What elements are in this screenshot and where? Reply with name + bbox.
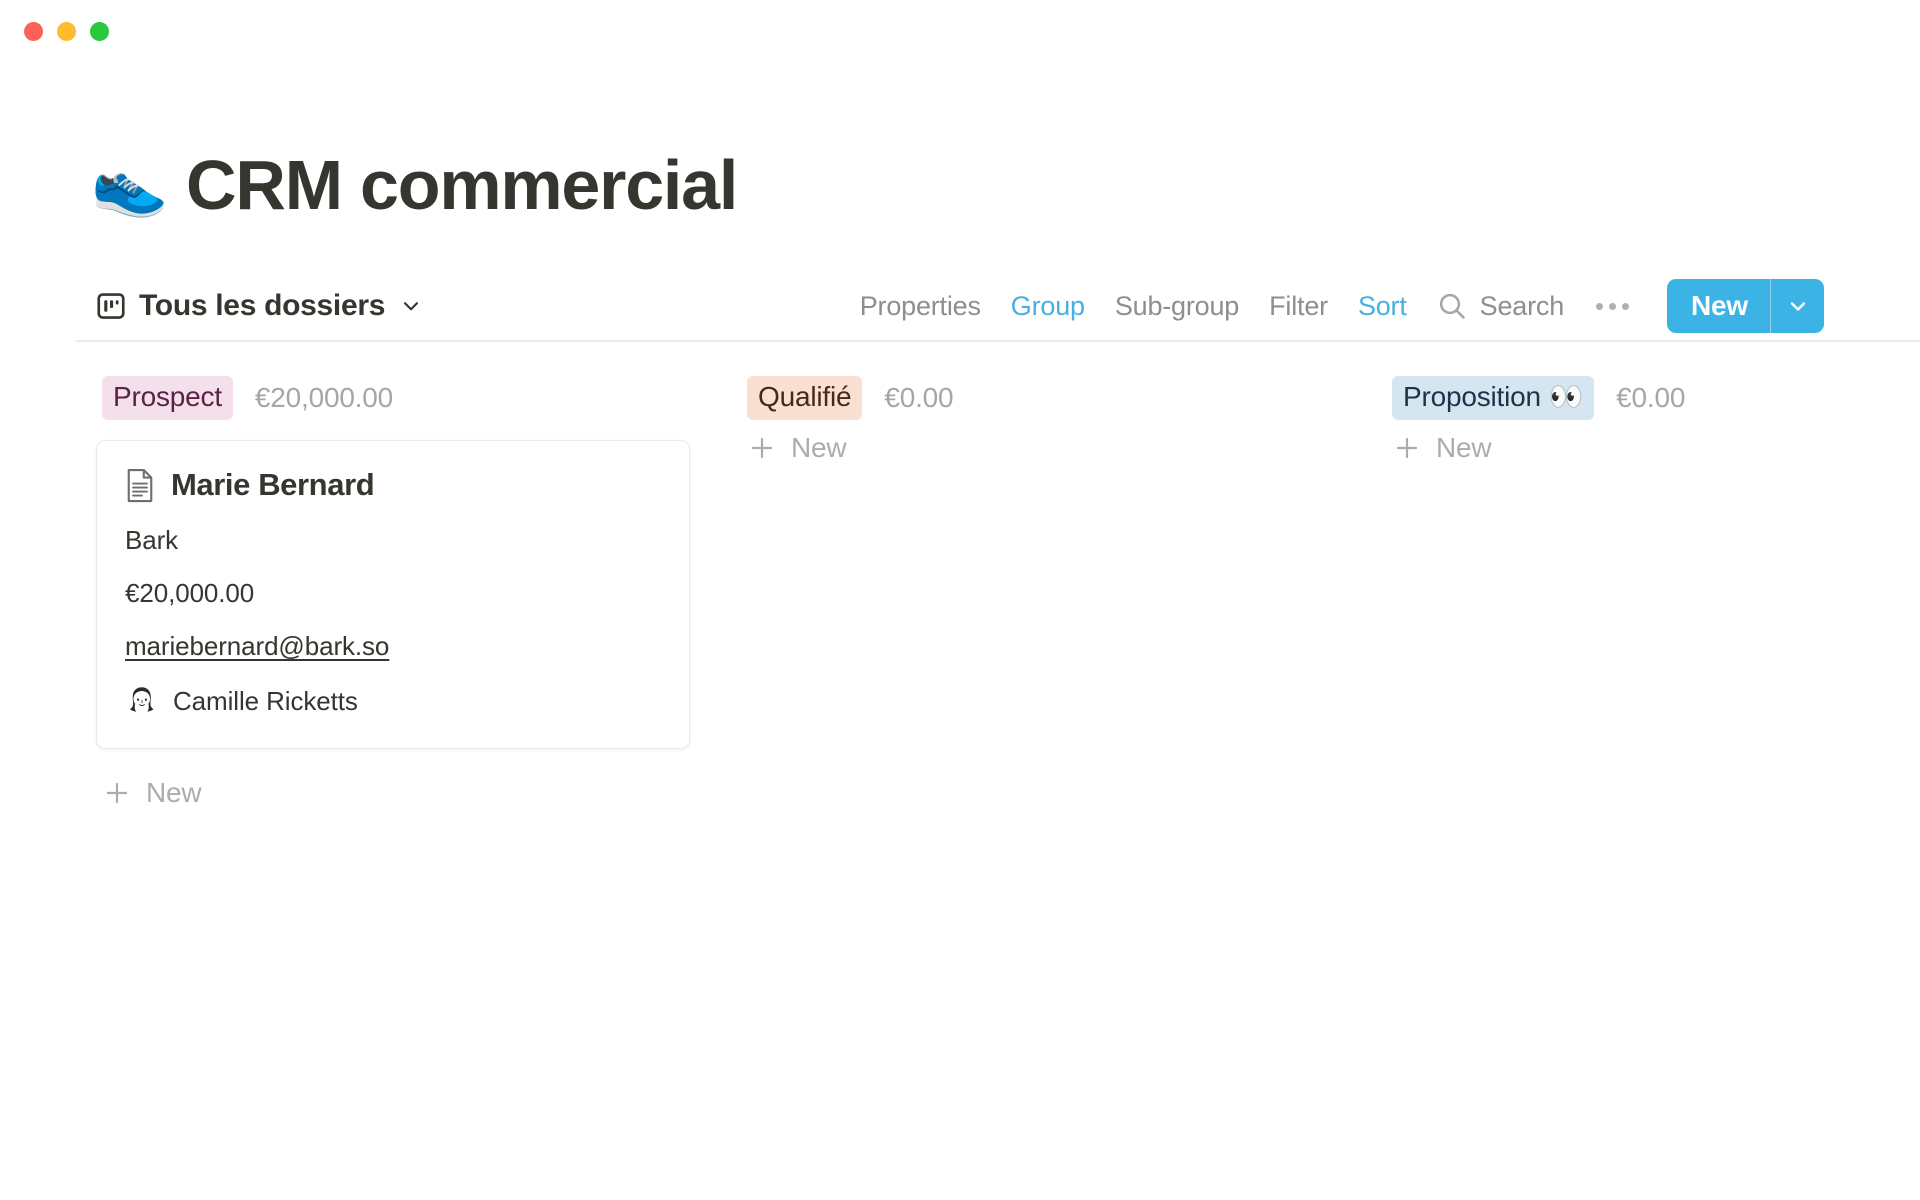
ellipsis-icon[interactable] (1594, 295, 1631, 318)
card-owner: Camille Ricketts (125, 684, 661, 718)
column-sum: €0.00 (884, 382, 953, 414)
toolbar-search-button[interactable]: Search (1437, 291, 1564, 322)
card-title: Marie Bernard (171, 467, 374, 503)
status-badge[interactable]: Proposition 👀 (1392, 376, 1594, 419)
search-icon (1437, 291, 1467, 321)
ellipsis-dot-2 (1609, 303, 1616, 310)
add-card-label: New (1436, 432, 1491, 464)
toolbar-filter-button[interactable]: Filter (1269, 291, 1328, 322)
board-column-qualifie: Qualifié €0.00 New (741, 378, 1386, 809)
new-record-dropdown-button[interactable] (1770, 279, 1824, 333)
card-company-field: Bark (125, 525, 661, 556)
column-header: Qualifié €0.00 (741, 378, 1386, 418)
plus-icon (749, 435, 775, 461)
toolbar-group-button[interactable]: Group (1011, 291, 1085, 322)
card-email-link[interactable]: mariebernard@bark.so (125, 631, 661, 662)
toolbar-properties-button[interactable]: Properties (860, 291, 981, 322)
column-header: Prospect €20,000.00 (96, 378, 741, 418)
page-header: 👟 CRM commercial (96, 150, 1900, 220)
view-toolbar: Tous les dossiers Properties Group Sub-g… (96, 278, 1900, 334)
avatar (125, 684, 159, 718)
toolbar-sub-group-button[interactable]: Sub-group (1115, 291, 1239, 322)
toolbar-search-label: Search (1480, 291, 1564, 322)
new-record-button[interactable]: New (1667, 279, 1770, 333)
ellipsis-dot-1 (1596, 303, 1603, 310)
view-switcher-label: Tous les dossiers (139, 289, 385, 323)
board-card[interactable]: Marie Bernard Bark €20,000.00 marieberna… (96, 440, 690, 749)
add-card-button-prospect[interactable]: New (96, 777, 201, 809)
status-badge[interactable]: Prospect (102, 376, 233, 419)
add-card-button-qualifie[interactable]: New (741, 432, 846, 464)
add-card-label: New (146, 777, 201, 809)
page-title: CRM commercial (186, 150, 737, 220)
board-column-prospect: Prospect €20,000.00 Marie Bernard Bark € (96, 378, 741, 809)
board-column-proposition: Proposition 👀 €0.00 New (1386, 378, 1920, 809)
toolbar-divider (76, 340, 1920, 342)
card-owner-name: Camille Ricketts (173, 686, 358, 717)
add-card-label: New (791, 432, 846, 464)
status-badge[interactable]: Qualifié (747, 376, 862, 419)
chevron-down-icon (400, 295, 422, 317)
card-amount-field: €20,000.00 (125, 578, 661, 609)
card-title-row: Marie Bernard (125, 467, 661, 503)
plus-icon (104, 780, 130, 806)
column-sum: €20,000.00 (255, 382, 393, 414)
add-card-button-proposition[interactable]: New (1386, 432, 1491, 464)
toolbar-actions: Properties Group Sub-group Filter Sort S… (860, 279, 1824, 333)
running-shoe-emoji: 👟 (96, 151, 164, 219)
column-sum: €0.00 (1616, 382, 1685, 414)
document-icon (125, 468, 155, 502)
toolbar-sort-button[interactable]: Sort (1358, 291, 1407, 322)
column-header: Proposition 👀 €0.00 (1386, 378, 1920, 418)
kanban-board: Prospect €20,000.00 Marie Bernard Bark € (96, 378, 1900, 809)
new-record-button-group[interactable]: New (1667, 279, 1824, 333)
plus-icon (1394, 435, 1420, 461)
board-view-icon (96, 291, 126, 321)
page-container: 👟 CRM commercial Tous les dossiers Pr (0, 0, 1920, 1200)
view-switcher[interactable]: Tous les dossiers (96, 289, 422, 323)
ellipsis-dot-3 (1622, 303, 1629, 310)
